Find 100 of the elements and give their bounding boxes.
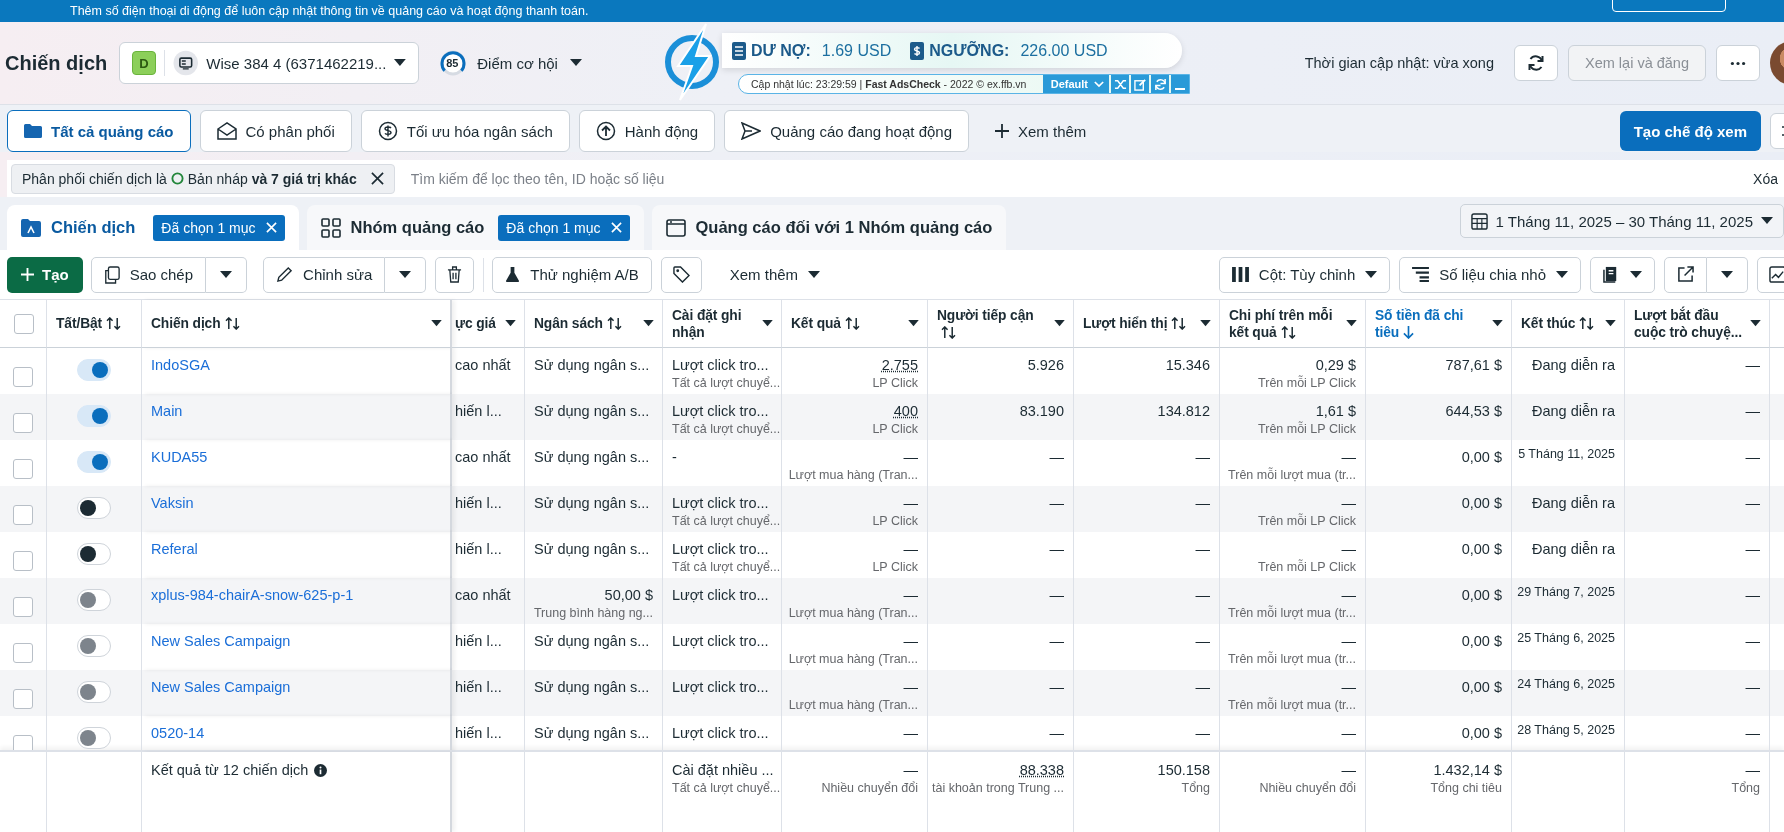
filter-tab[interactable]: Có phân phối — [199, 110, 352, 152]
status-text: Cập nhật lúc: 23:29:59 | Fast AdsCheck - 2022 © ex.ffb.vn — [751, 78, 1027, 90]
table-cell: Sử dụng ngân s... — [534, 633, 650, 649]
column-header[interactable]: Chiến dịch — [142, 300, 452, 348]
filter-chip[interactable]: Phân phối chiến dịch là Bản nháp và 7 giá trị khác — [11, 163, 395, 194]
account-selector[interactable]: D Wise 384 4 (6371462219... — [119, 42, 420, 84]
table-cell: Đang diễn ra — [1531, 495, 1615, 511]
table-cell: hiến l... — [455, 541, 502, 557]
banner-text: Thêm số điện thoại di động để luôn cập nhật thông tin về quảng cáo và hoạt động thanh toán. — [70, 3, 589, 19]
table-cell: — — [1745, 357, 1760, 373]
table-cell: hiến l... — [455, 403, 502, 419]
column-header[interactable]: Kết thúc — [1512, 300, 1625, 348]
search-field[interactable]: Phân phối chiến dịch là Bản nháp và 7 giá trị khác Tìm kiếm để lọc theo tên, ID hoặc số liệu Xóa — [7, 160, 1784, 197]
table-cell: — — [1745, 725, 1760, 741]
table-cell: Lượt click tro... — [672, 495, 769, 511]
cell-subtext: Lượt mua hàng (Tran... — [788, 652, 918, 666]
campaign-name-link[interactable]: Vaksin — [151, 495, 441, 511]
column-header[interactable]: Lượt bắt đầu cuộc trò chuyệ... — [1625, 300, 1770, 348]
campaign-name-link[interactable]: KUDA55 — [151, 449, 441, 465]
clear-link[interactable]: Xóa — [1753, 170, 1778, 187]
column-header[interactable]: Số tiền đã chi tiêu — [1366, 300, 1512, 348]
table-cell: — — [1195, 449, 1210, 465]
table-cell: Lượt click tro... — [672, 541, 769, 557]
cell-subtext: LP Click — [872, 376, 918, 390]
table-cell: — — [1341, 725, 1356, 741]
campaign-name-link[interactable]: Main — [151, 403, 441, 419]
table-cell: 0,00 $ — [1461, 587, 1502, 603]
edit-button[interactable]: Chỉnh sửa — [263, 256, 386, 293]
table-cell: — — [1049, 587, 1064, 603]
table-cell: 0,00 $ — [1461, 725, 1502, 741]
filter-tab[interactable]: Tất cả quảng cáo — [7, 110, 191, 152]
table-cell: 0,00 $ — [1461, 679, 1502, 695]
table-cell: 150.158 — [1157, 762, 1210, 778]
table-cell: Lượt click tro... — [672, 679, 769, 695]
column-header[interactable]: Cài đặt ghi nhận — [663, 300, 782, 348]
campaign-name-link[interactable]: Referal — [151, 541, 441, 557]
opportunity-score-button[interactable]: 85 Điểm cơ hội — [439, 49, 582, 77]
table-cell: — — [1745, 633, 1760, 649]
cell-subtext: Trên mỗi lượt mua (tr... — [1228, 606, 1356, 620]
table-cell: 0,00 $ — [1461, 495, 1502, 511]
table-cell: 400 — [893, 403, 918, 419]
table-cell: — — [1049, 541, 1064, 557]
selection-chip[interactable]: Đã chọn 1 mục — [153, 214, 285, 241]
create-view-button[interactable]: Tạo chế độ xem — [1619, 111, 1761, 151]
table-row[interactable]: Main hiến l... Sử dụng ngân s... Lượt click tro... Tất cả lượt chuyể... 400 LP Click 83.190 134.812 1,61 $ Trên mỗi LP Click 644,53 $ Đang diễn ra — — [0, 394, 1784, 440]
column-header[interactable]: Tất/Bật — [47, 300, 142, 348]
copy-button[interactable]: Sao chép — [90, 256, 207, 293]
tab-label: Nhóm quảng cáo — [350, 218, 485, 237]
table-cell: — — [1195, 725, 1210, 741]
level-tab[interactable]: Chiến dịch Đã chọn 1 mục — [7, 205, 299, 250]
table-cell: Sử dụng ngân s... — [534, 725, 650, 741]
filter-tab[interactable]: Hành động — [578, 110, 716, 152]
filter-label: Phân phối chiến dịch là — [22, 170, 167, 187]
table-cell: — — [1745, 403, 1760, 419]
table-cell: — — [903, 541, 918, 557]
table-cell: 0,29 $ — [1315, 357, 1356, 373]
table-cell: Sử dụng ngân s... — [534, 495, 650, 511]
column-header[interactable]: ực giá — [452, 300, 525, 348]
table-row[interactable]: Vaksin hiến l... Sử dụng ngân s... Lượt click tro... Tất cả lượt chuyể... — LP Click — — — Trên mỗi LP Click 0,00 $ Đang diễn ra — — [0, 486, 1784, 532]
table-cell: Lượt click tro... — [672, 403, 769, 419]
table-cell: 0,00 $ — [1461, 541, 1502, 557]
columns-button[interactable]: Cột: Tùy chỉnh — [1218, 256, 1391, 293]
table-cell: Lượt click tro... — [672, 587, 769, 603]
table-cell: 1,61 $ — [1315, 403, 1356, 419]
table-cell: — — [1195, 587, 1210, 603]
filter-value: Bản nháp và 7 giá trị khác — [187, 170, 357, 187]
level-tab[interactable]: Nhóm quảng cáo Đã chọn 1 mục — [306, 205, 644, 250]
table-cell: - — [672, 449, 677, 465]
cell-subtext: Trên mỗi lượt mua (tr... — [1228, 652, 1356, 666]
campaign-name-link[interactable]: IndoSGA — [151, 357, 441, 373]
table-cell: 15.346 — [1165, 357, 1210, 373]
column-header[interactable]: Chi phí trên mỗi kết quả — [1220, 300, 1366, 348]
filter-tab[interactable]: Quảng cáo đang hoạt động — [724, 110, 969, 152]
date-range-picker[interactable]: 1 Tháng 11, 2025 – 30 Tháng 11, 2025 — [1459, 204, 1784, 238]
ab-test-button[interactable]: Thử nghiệm A/B — [492, 256, 652, 293]
column-header[interactable]: Kết quả — [782, 300, 928, 348]
score-value: 85 — [446, 57, 459, 69]
table-cell: 29 Tháng 7, 2025 — [1517, 585, 1615, 599]
column-header[interactable]: Người tiếp cận — [928, 300, 1074, 348]
cell-subtext: Tất cả lượt chuyể... — [672, 422, 781, 436]
level-tab[interactable]: Quảng cáo đối với 1 Nhóm quảng cáo — [651, 205, 1007, 250]
filter-tab[interactable]: Tối ưu hóa ngân sách — [360, 110, 570, 152]
table-cell: — — [1195, 633, 1210, 649]
breakdown-button[interactable]: Số liệu chia nhỏ — [1399, 256, 1581, 293]
table-cell: 5 Tháng 11, 2025 — [1518, 447, 1615, 461]
limit-label: NGƯỠNG: — [929, 41, 1010, 60]
cell-subtext: LP Click — [872, 422, 918, 436]
table-cell: — — [1049, 679, 1064, 695]
tab-label: Chiến dịch — [51, 218, 136, 237]
column-header[interactable]: Lượt hiển thị — [1074, 300, 1220, 348]
selection-chip[interactable]: Đã chọn 1 mục — [498, 214, 630, 241]
more-views-button[interactable]: Xem thêm — [978, 110, 1104, 152]
column-header[interactable]: Ngân sách — [525, 300, 663, 348]
table-cell: cao nhất — [455, 449, 511, 465]
table-cell: 88.338 — [1019, 762, 1064, 778]
cell-subtext: Tất cả lượt chuyể... — [672, 376, 781, 390]
create-button[interactable]: Tạo — [7, 256, 83, 293]
table-cell: — — [1341, 587, 1356, 603]
table-cell: 83.190 — [1019, 403, 1064, 419]
table-cell: — — [1745, 541, 1760, 557]
